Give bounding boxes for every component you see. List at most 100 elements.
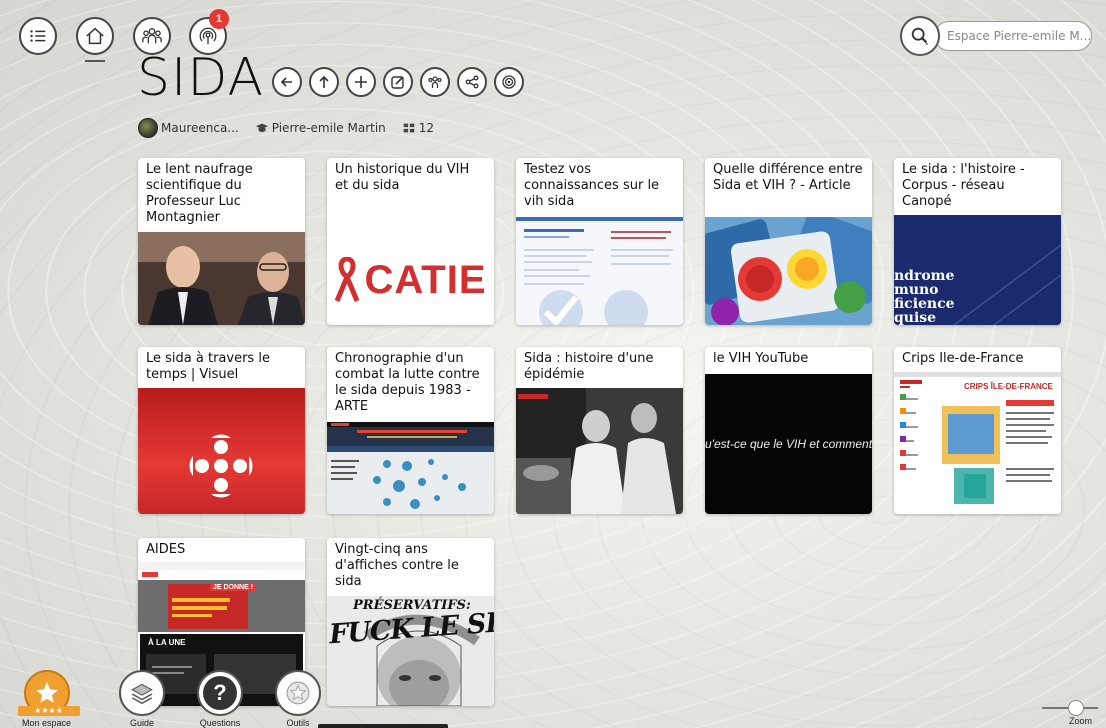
people-icon — [142, 28, 162, 44]
zoom-control: Zoom — [1042, 700, 1102, 726]
share-button[interactable] — [457, 67, 487, 97]
people-icon — [428, 76, 442, 88]
arrow-left-icon — [280, 77, 292, 87]
notification-badge: 1 — [209, 9, 229, 29]
members-button[interactable] — [420, 67, 450, 97]
resource-card[interactable]: Un historique du VIH et du sida CATIE — [327, 158, 494, 325]
search-scope-button[interactable] — [900, 16, 940, 56]
arte-timeline-image — [327, 422, 494, 509]
home-active-indicator — [85, 60, 105, 62]
page-title: SIDA — [137, 48, 265, 108]
resource-card[interactable]: Quelle différence entre Sida et VIH ? - … — [705, 158, 872, 325]
rating-ribbon: ★★★★ — [17, 706, 80, 716]
search-icon — [911, 27, 929, 46]
list-icon — [30, 30, 46, 42]
item-count: 12 — [418, 121, 435, 135]
resource-card[interactable]: Le sida à travers le temps | Visuel — [138, 347, 305, 514]
card-title: Le lent naufrage scientifique du Profess… — [146, 162, 253, 225]
target-icon — [502, 75, 516, 89]
card-thumbnail — [516, 388, 683, 514]
card-title: Le sida : l'histoire - Corpus - réseau C… — [902, 162, 1025, 209]
page-meta: Maureenca... Pierre-emile Martin 12 — [138, 118, 434, 138]
star-outline-icon — [286, 681, 310, 705]
aides-section: À LA UNE — [148, 638, 186, 647]
card-title: AIDES — [146, 542, 186, 557]
card-title: Quelle différence entre Sida et VIH ? - … — [713, 162, 863, 193]
up-button[interactable] — [309, 67, 339, 97]
crips-website-image — [894, 372, 1061, 504]
dock-label: Mon espace — [22, 718, 72, 728]
card-title: Le sida à travers le temps | Visuel — [146, 351, 270, 382]
resource-card[interactable]: Le lent naufrage scientifique du Profess… — [138, 158, 305, 325]
card-thumbnail: CRIPS ÎLE-DE-FRANCE — [894, 372, 1061, 514]
edit-icon — [391, 76, 404, 89]
catie-logo: CATIE — [334, 257, 486, 303]
dock-label: Questions — [199, 718, 241, 728]
card-thumbnail: PRÉSERVATIFS: FUCK LE SIDA — [327, 596, 494, 706]
home-button[interactable] — [76, 17, 114, 55]
card-thumbnail — [516, 217, 683, 325]
resource-card[interactable]: Le sida : l'histoire - Corpus - réseau C… — [894, 158, 1061, 325]
card-thumbnail — [327, 422, 494, 514]
avatar — [138, 118, 158, 138]
menu-button[interactable] — [19, 17, 57, 55]
hospital-photo-image — [516, 388, 683, 514]
zoom-slider[interactable] — [1042, 700, 1102, 716]
title-actions — [272, 67, 524, 97]
author-name[interactable]: Maureenca... — [161, 121, 239, 135]
card-title: Crips Ile-de-France — [902, 351, 1024, 366]
owner-name[interactable]: Pierre-emile Martin — [272, 121, 386, 135]
zoom-minus-icon — [1042, 704, 1050, 712]
dock-questions[interactable]: ? Questions — [197, 670, 243, 728]
card-title: Testez vos connaissances sur le vih sida — [524, 162, 660, 209]
resource-card[interactable]: le VIH YouTube u'est-ce que le VIH et co… — [705, 347, 872, 514]
catie-logo-text: CATIE — [364, 257, 487, 302]
questions-button[interactable]: ? — [197, 670, 243, 716]
dock-mon-espace[interactable]: ★★★★ Mon espace — [17, 670, 80, 728]
condoms-image — [705, 217, 872, 325]
card-thumbnail: CATIE — [327, 205, 494, 325]
card-title: Vingt-cinq ans d'affiches contre le sida — [335, 542, 459, 589]
resource-card[interactable]: Chronographie d'un combat la lutte contr… — [327, 347, 494, 514]
card-thumbnail — [138, 388, 305, 514]
search-bar — [900, 16, 1096, 56]
resource-card[interactable]: Sida : histoire d'une épidémie — [516, 347, 683, 514]
video-caption: u'est-ce que le VIH et comment nous nuit… — [705, 437, 872, 451]
search-input[interactable] — [934, 21, 1092, 51]
mon-espace-button[interactable]: ★★★★ — [17, 670, 80, 716]
outils-button[interactable] — [275, 670, 321, 716]
dock-guide[interactable]: Guide — [119, 670, 165, 728]
grid-icon — [403, 123, 415, 133]
plus-icon — [355, 76, 367, 88]
zoom-slider-thumb[interactable] — [1068, 700, 1084, 716]
resource-card[interactable]: Testez vos connaissances sur le vih sida — [516, 158, 683, 325]
target-button[interactable] — [494, 67, 524, 97]
aides-tag: JE DONNE ! — [210, 584, 257, 591]
share-icon — [465, 75, 479, 89]
zoom-label: Zoom — [1068, 716, 1092, 726]
red-ribbon-icon — [335, 257, 360, 302]
layers-icon — [131, 683, 153, 705]
resource-card[interactable]: Vingt-cinq ans d'affiches contre le sida… — [327, 538, 494, 706]
bottom-handle — [318, 724, 448, 728]
rating-stars: ★★★★ — [34, 706, 63, 715]
card-title: Un historique du VIH et du sida — [335, 162, 470, 193]
arrow-up-icon — [319, 75, 329, 88]
dock-outils[interactable]: Outils — [275, 670, 321, 728]
edit-button[interactable] — [383, 67, 413, 97]
add-button[interactable] — [346, 67, 376, 97]
guide-button[interactable] — [119, 670, 165, 716]
card-thumbnail — [138, 232, 305, 325]
radio-canada-logo — [189, 434, 253, 498]
back-button[interactable] — [272, 67, 302, 97]
card-title: le VIH YouTube — [713, 351, 809, 366]
dock-label: Guide — [129, 718, 155, 728]
quiz-document-image — [516, 217, 683, 325]
card-title: Sida : histoire d'une épidémie — [524, 351, 654, 382]
home-icon — [86, 27, 104, 45]
graduation-cap-icon — [255, 123, 268, 132]
resource-card[interactable]: Crips Ile-de-France CRIPS ÎLE-DE-FRANCE — [894, 347, 1061, 514]
photo-two-men-image — [138, 232, 305, 325]
star-icon — [35, 682, 58, 703]
question-icon: ? — [203, 676, 237, 710]
